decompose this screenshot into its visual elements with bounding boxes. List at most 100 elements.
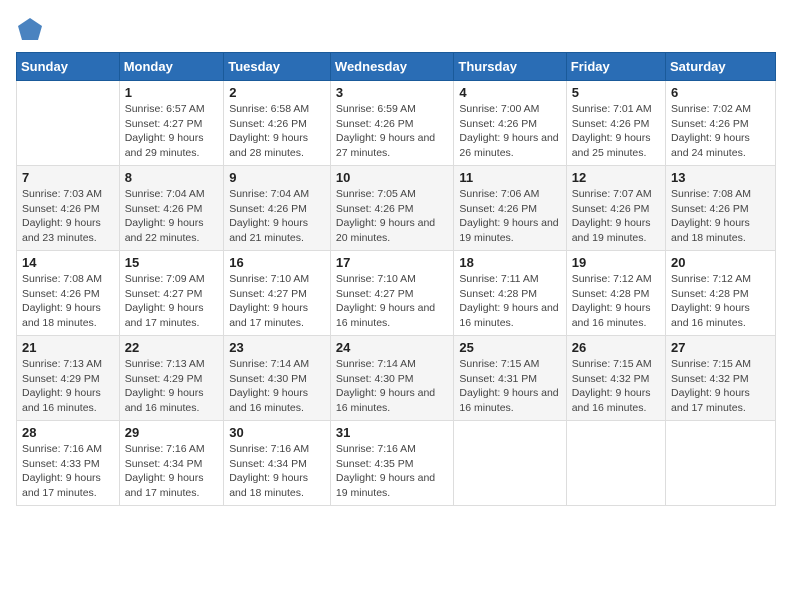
calendar-cell: 13Sunrise: 7:08 AM Sunset: 4:26 PM Dayli… xyxy=(666,166,776,251)
day-number: 21 xyxy=(22,340,114,355)
day-number: 20 xyxy=(671,255,770,270)
day-info: Sunrise: 7:10 AM Sunset: 4:27 PM Dayligh… xyxy=(229,272,325,331)
calendar-table: SundayMondayTuesdayWednesdayThursdayFrid… xyxy=(16,52,776,506)
day-info: Sunrise: 7:15 AM Sunset: 4:31 PM Dayligh… xyxy=(459,357,560,416)
day-number: 2 xyxy=(229,85,325,100)
day-number: 11 xyxy=(459,170,560,185)
calendar-cell: 10 Sunrise: 7:05 AM Sunset: 4:26 PM Dayli… xyxy=(330,166,454,251)
day-info: Sunrise: 7:06 AM Sunset: 4:26 PM Dayligh… xyxy=(459,187,560,246)
day-number: 28 xyxy=(22,425,114,440)
calendar-cell: 30 Sunrise: 7:16 AM Sunset: 4:34 PM Dayli… xyxy=(224,421,331,506)
day-info: Sunrise: 6:58 AM Sunset: 4:26 PM Dayligh… xyxy=(229,102,325,161)
calendar-cell: 20 Sunrise: 7:12 AM Sunset: 4:28 PM Dayli… xyxy=(666,251,776,336)
weekday-header: Saturday xyxy=(666,53,776,81)
day-info: Sunrise: 7:14 AM Sunset: 4:30 PM Dayligh… xyxy=(229,357,325,416)
day-info: Sunrise: 7:04 AM Sunset: 4:26 PM Dayligh… xyxy=(229,187,325,246)
day-number: 26 xyxy=(572,340,660,355)
day-number: 19 xyxy=(572,255,660,270)
day-info: Sunrise: 7:16 AM Sunset: 4:34 PM Dayligh… xyxy=(229,442,325,501)
day-info: Sunrise: 7:01 AM Sunset: 4:26 PM Dayligh… xyxy=(572,102,660,161)
day-info: Sunrise: 7:15 AM Sunset: 4:32 PM Dayligh… xyxy=(671,357,770,416)
calendar-cell: 21 Sunrise: 7:13 AM Sunset: 4:29 PM Dayli… xyxy=(17,336,120,421)
calendar-cell: 5 Sunrise: 7:01 AM Sunset: 4:26 PM Daylig… xyxy=(566,81,665,166)
day-number: 23 xyxy=(229,340,325,355)
day-number: 24 xyxy=(336,340,449,355)
weekday-header: Friday xyxy=(566,53,665,81)
weekday-header: Thursday xyxy=(454,53,566,81)
day-number: 8 xyxy=(125,170,219,185)
calendar-week-row: 21 Sunrise: 7:13 AM Sunset: 4:29 PM Dayli… xyxy=(17,336,776,421)
day-info: Sunrise: 7:07 AM Sunset: 4:26 PM Dayligh… xyxy=(572,187,660,246)
day-number: 18 xyxy=(459,255,560,270)
calendar-cell: 3Sunrise: 6:59 AM Sunset: 4:26 PM Daylig… xyxy=(330,81,454,166)
calendar-header-row: SundayMondayTuesdayWednesdayThursdayFrid… xyxy=(17,53,776,81)
day-number: 30 xyxy=(229,425,325,440)
day-info: Sunrise: 7:12 AM Sunset: 4:28 PM Dayligh… xyxy=(572,272,660,331)
calendar-cell: 24 Sunrise: 7:14 AM Sunset: 4:30 PM Dayli… xyxy=(330,336,454,421)
calendar-week-row: 7 Sunrise: 7:03 AM Sunset: 4:26 PM Daylig… xyxy=(17,166,776,251)
day-info: Sunrise: 7:00 AM Sunset: 4:26 PM Dayligh… xyxy=(459,102,560,161)
day-info: Sunrise: 7:16 AM Sunset: 4:34 PM Dayligh… xyxy=(125,442,219,501)
weekday-header: Wednesday xyxy=(330,53,454,81)
calendar-cell xyxy=(666,421,776,506)
calendar-cell: 14 Sunrise: 7:08 AM Sunset: 4:26 PM Dayli… xyxy=(17,251,120,336)
day-info: Sunrise: 7:05 AM Sunset: 4:26 PM Dayligh… xyxy=(336,187,449,246)
calendar-cell: 11 Sunrise: 7:06 AM Sunset: 4:26 PM Dayli… xyxy=(454,166,566,251)
day-number: 5 xyxy=(572,85,660,100)
calendar-cell: 6 Sunrise: 7:02 AM Sunset: 4:26 PM Daylig… xyxy=(666,81,776,166)
day-number: 6 xyxy=(671,85,770,100)
calendar-cell: 27 Sunrise: 7:15 AM Sunset: 4:32 PM Dayli… xyxy=(666,336,776,421)
day-info: Sunrise: 6:57 AM Sunset: 4:27 PM Dayligh… xyxy=(125,102,219,161)
day-info: Sunrise: 7:09 AM Sunset: 4:27 PM Dayligh… xyxy=(125,272,219,331)
page-header xyxy=(16,16,776,44)
day-number: 4 xyxy=(459,85,560,100)
day-info: Sunrise: 7:03 AM Sunset: 4:26 PM Dayligh… xyxy=(22,187,114,246)
calendar-week-row: 14 Sunrise: 7:08 AM Sunset: 4:26 PM Dayli… xyxy=(17,251,776,336)
day-info: Sunrise: 7:13 AM Sunset: 4:29 PM Dayligh… xyxy=(22,357,114,416)
day-number: 27 xyxy=(671,340,770,355)
calendar-cell: 12 Sunrise: 7:07 AM Sunset: 4:26 PM Dayli… xyxy=(566,166,665,251)
day-number: 1 xyxy=(125,85,219,100)
calendar-cell: 8 Sunrise: 7:04 AM Sunset: 4:26 PM Daylig… xyxy=(119,166,224,251)
calendar-cell: 23 Sunrise: 7:14 AM Sunset: 4:30 PM Dayli… xyxy=(224,336,331,421)
calendar-cell: 31 Sunrise: 7:16 AM Sunset: 4:35 PM Dayli… xyxy=(330,421,454,506)
day-info: Sunrise: 7:16 AM Sunset: 4:35 PM Dayligh… xyxy=(336,442,449,501)
day-number: 22 xyxy=(125,340,219,355)
day-info: Sunrise: 7:02 AM Sunset: 4:26 PM Dayligh… xyxy=(671,102,770,161)
day-number: 13 xyxy=(671,170,770,185)
day-number: 16 xyxy=(229,255,325,270)
day-number: 7 xyxy=(22,170,114,185)
day-number: 31 xyxy=(336,425,449,440)
day-info: Sunrise: 7:12 AM Sunset: 4:28 PM Dayligh… xyxy=(671,272,770,331)
calendar-cell: 2 Sunrise: 6:58 AM Sunset: 4:26 PM Daylig… xyxy=(224,81,331,166)
weekday-header: Sunday xyxy=(17,53,120,81)
day-info: Sunrise: 7:08 AM Sunset: 4:26 PM Dayligh… xyxy=(22,272,114,331)
calendar-week-row: 1 Sunrise: 6:57 AM Sunset: 4:27 PM Daylig… xyxy=(17,81,776,166)
day-number: 25 xyxy=(459,340,560,355)
day-number: 3 xyxy=(336,85,449,100)
calendar-cell xyxy=(454,421,566,506)
calendar-cell: 29 Sunrise: 7:16 AM Sunset: 4:34 PM Dayli… xyxy=(119,421,224,506)
calendar-cell: 25 Sunrise: 7:15 AM Sunset: 4:31 PM Dayli… xyxy=(454,336,566,421)
day-info: Sunrise: 7:16 AM Sunset: 4:33 PM Dayligh… xyxy=(22,442,114,501)
day-info: Sunrise: 7:04 AM Sunset: 4:26 PM Dayligh… xyxy=(125,187,219,246)
day-number: 10 xyxy=(336,170,449,185)
calendar-cell: 18 Sunrise: 7:11 AM Sunset: 4:28 PM Dayli… xyxy=(454,251,566,336)
calendar-cell: 17Sunrise: 7:10 AM Sunset: 4:27 PM Dayli… xyxy=(330,251,454,336)
day-number: 12 xyxy=(572,170,660,185)
calendar-week-row: 28 Sunrise: 7:16 AM Sunset: 4:33 PM Dayli… xyxy=(17,421,776,506)
calendar-cell: 1 Sunrise: 6:57 AM Sunset: 4:27 PM Daylig… xyxy=(119,81,224,166)
day-info: Sunrise: 7:13 AM Sunset: 4:29 PM Dayligh… xyxy=(125,357,219,416)
calendar-cell: 26Sunrise: 7:15 AM Sunset: 4:32 PM Dayli… xyxy=(566,336,665,421)
logo-icon xyxy=(16,16,44,44)
day-number: 14 xyxy=(22,255,114,270)
day-info: Sunrise: 7:11 AM Sunset: 4:28 PM Dayligh… xyxy=(459,272,560,331)
calendar-cell: 28 Sunrise: 7:16 AM Sunset: 4:33 PM Dayli… xyxy=(17,421,120,506)
calendar-cell: 15 Sunrise: 7:09 AM Sunset: 4:27 PM Dayli… xyxy=(119,251,224,336)
day-number: 15 xyxy=(125,255,219,270)
day-info: Sunrise: 7:14 AM Sunset: 4:30 PM Dayligh… xyxy=(336,357,449,416)
day-number: 29 xyxy=(125,425,219,440)
calendar-cell: 9Sunrise: 7:04 AM Sunset: 4:26 PM Daylig… xyxy=(224,166,331,251)
calendar-cell xyxy=(17,81,120,166)
day-number: 17 xyxy=(336,255,449,270)
